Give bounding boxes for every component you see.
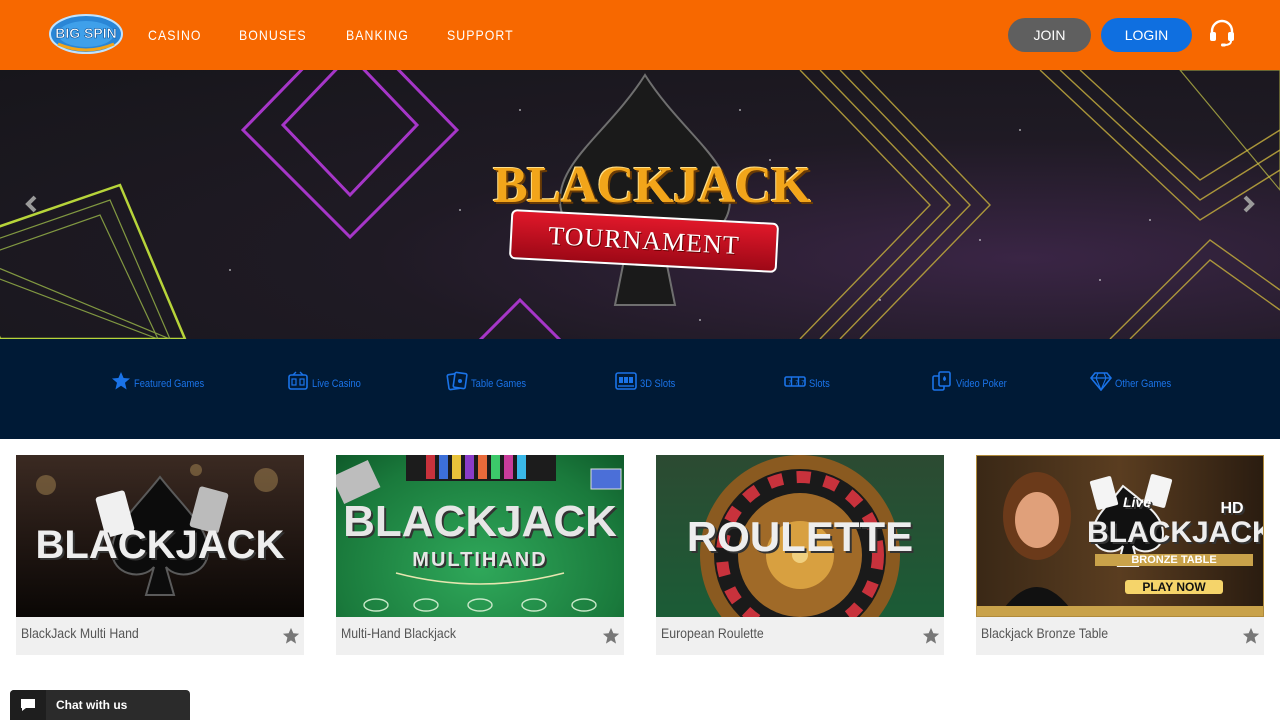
thumbnail-title: ROULETTE [686,513,914,560]
game-thumbnail[interactable]: ROULETTE [656,455,944,617]
category-label: Featured Games [134,378,205,390]
cards-icon [446,371,468,391]
play-now-label: PLAY NOW [1125,580,1223,594]
live-casino-icon [288,371,308,390]
slot-machine-icon [615,372,637,390]
favorite-star-icon[interactable] [1242,627,1260,645]
category-table-games[interactable]: Table Games [446,371,536,391]
category-label: 3D Slots [640,378,676,390]
slots-reel-icon: 777 [784,376,806,387]
thumbnail-title: BLACKJACK [343,497,617,546]
game-category-bar: Featured Games Live Casino Table Games 3… [0,339,1280,439]
category-label: Slots [809,378,830,390]
hero-banner[interactable]: BLACKJACK TOURNAMENT [0,70,1280,339]
hd-badge: HD [1220,500,1244,517]
poker-cards-icon [932,371,951,391]
chat-widget[interactable]: Chat with us [10,690,190,720]
thumbnail-title: BLACKJACK [35,523,285,567]
nav-casino[interactable]: CASINO [148,27,202,43]
thumbnail-title: BLACKJACK [1087,516,1264,549]
game-card-blackjack-bronze-table[interactable]: Live BLACKJACK HD BRONZE TABLE PLAY NOW … [976,455,1264,655]
nav-banking[interactable]: BANKING [346,27,409,43]
category-3d-slots[interactable]: 3D Slots [615,371,682,391]
nav-bonuses[interactable]: BONUSES [239,27,307,43]
category-slots[interactable]: 777 Slots [784,371,833,391]
game-title[interactable]: European Roulette [661,625,764,641]
category-video-poker[interactable]: Video Poker [931,371,1016,391]
category-label: Other Games [1115,378,1172,390]
favorite-star-icon[interactable] [602,627,620,645]
login-button[interactable]: LOGIN [1101,18,1192,52]
category-live-casino[interactable]: Live Casino [287,371,369,391]
favorite-star-icon[interactable] [282,627,300,645]
game-card-multi-hand-blackjack[interactable]: BLACKJACK MULTIHAND Multi-Hand Blackjack [336,455,624,655]
favorite-star-icon[interactable] [922,627,940,645]
star-icon [112,372,130,390]
chevron-right-icon[interactable] [1236,192,1260,216]
game-card-european-roulette[interactable]: ROULETTE European Roulette [656,455,944,655]
chat-bubble-icon [10,690,46,720]
chat-label: Chat with us [56,698,128,712]
game-card-blackjack-multi-hand[interactable]: BLACKJACK BlackJack Multi Hand [16,455,304,655]
main-nav: CASINO BONUSES BANKING SUPPORT [148,0,523,70]
headset-icon[interactable] [1208,18,1236,48]
game-thumbnail[interactable]: BLACKJACK MULTIHAND [336,455,624,617]
category-label: Table Games [471,378,527,390]
join-button[interactable]: JOIN [1008,18,1091,52]
banner-title: BLACKJACK [493,157,811,214]
svg-text:BIG SPIN: BIG SPIN [55,25,116,41]
thumbnail-subtitle: MULTIHAND [412,549,548,571]
category-other-games[interactable]: Other Games [1090,371,1181,391]
game-thumbnail[interactable]: BLACKJACK [16,455,304,617]
big-spin-logo[interactable]: BIG SPIN [48,12,124,56]
nav-support[interactable]: SUPPORT [447,27,514,43]
game-thumbnail[interactable]: Live BLACKJACK HD BRONZE TABLE PLAY NOW [976,455,1264,617]
banner-subtitle: TOURNAMENT [547,221,741,260]
thumbnail-subtitle: BRONZE TABLE [1095,554,1253,566]
game-title[interactable]: BlackJack Multi Hand [21,625,139,641]
diamond-icon [1090,372,1112,391]
game-title[interactable]: Blackjack Bronze Table [981,625,1108,641]
top-navigation-bar: BIG SPIN CASINO BONUSES BANKING SUPPORT … [0,0,1280,70]
category-label: Video Poker [956,378,1007,390]
game-title[interactable]: Multi-Hand Blackjack [341,625,456,641]
category-label: Live Casino [312,378,361,390]
live-badge: Live [1122,494,1151,510]
chevron-left-icon[interactable] [20,192,44,216]
category-featured-games[interactable]: Featured Games [111,371,217,391]
